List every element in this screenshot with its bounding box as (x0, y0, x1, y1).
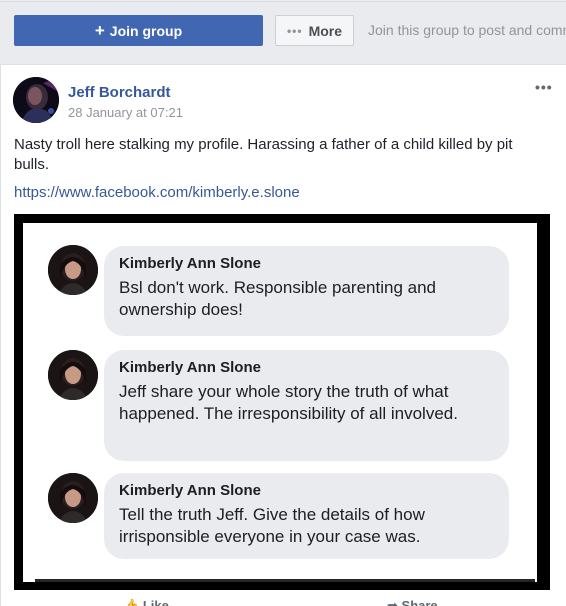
more-dots-icon: ••• (286, 23, 303, 38)
share-button[interactable]: ➦ Share (387, 598, 438, 606)
profile-link[interactable]: https://www.facebook.com/kimberly.e.slon… (14, 184, 300, 201)
screenshot-bottom-edge (35, 579, 535, 582)
share-label: Share (401, 598, 438, 606)
author-name[interactable]: Jeff Borchardt (68, 84, 171, 101)
comment-text: Jeff share your whole story the truth of… (119, 382, 458, 423)
divider (0, 1, 566, 2)
post-actions: 👍 Like ➦ Share (1, 598, 566, 606)
avatar[interactable] (13, 77, 59, 123)
comment-bubble: Kimberly Ann Slone Bsl don't work. Respo… (104, 246, 509, 336)
avatar (48, 350, 98, 400)
comment-text: Bsl don't work. Responsible parenting an… (119, 278, 436, 319)
comment-bubble: Kimberly Ann Slone Jeff share your whole… (104, 350, 509, 461)
comment-author: Kimberly Ann Slone (119, 255, 261, 272)
group-action-bar: + Join group ••• More Join this group to… (0, 0, 566, 64)
plus-icon: + (94, 21, 105, 40)
comment-author: Kimberly Ann Slone (119, 482, 261, 499)
more-label: More (308, 22, 343, 39)
post-card: Jeff Borchardt 28 January at 07:21 ••• N… (0, 64, 566, 606)
like-label: Like (142, 598, 169, 606)
like-icon: 👍 (123, 598, 140, 606)
join-group-label: Join group (109, 22, 183, 39)
avatar (48, 473, 98, 523)
join-group-button[interactable]: + Join group (14, 15, 263, 46)
options-icon[interactable]: ••• (535, 79, 553, 95)
post-text: Nasty troll here stalking my profile. Ha… (14, 136, 513, 173)
attached-screenshot[interactable]: Kimberly Ann Slone Bsl don't work. Respo… (14, 214, 550, 590)
screenshot-content: Kimberly Ann Slone Bsl don't work. Respo… (23, 223, 537, 582)
comment-author: Kimberly Ann Slone (119, 359, 261, 376)
comment-bubble: Kimberly Ann Slone Tell the truth Jeff. … (104, 473, 509, 559)
avatar (48, 245, 98, 295)
like-button[interactable]: 👍 Like (123, 598, 169, 606)
join-hint-text: Join this group to post and comm (368, 22, 566, 38)
comment-text: Tell the truth Jeff. Give the details of… (119, 505, 425, 546)
share-icon: ➦ (387, 598, 398, 606)
post-timestamp[interactable]: 28 January at 07:21 (68, 105, 183, 120)
more-button[interactable]: ••• More (275, 15, 354, 46)
